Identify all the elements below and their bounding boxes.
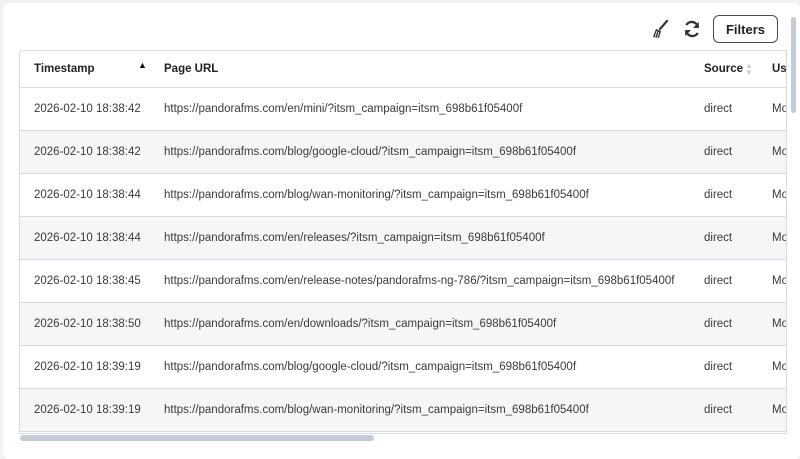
- cell-timestamp: 2026-02-10 18:38:44: [20, 173, 150, 217]
- cell-source: direct: [690, 302, 758, 346]
- cell-timestamp: 2026-02-10 18:38:42: [20, 87, 150, 131]
- cell-timestamp: 2026-02-10 18:39:19: [20, 388, 150, 432]
- visits-table: Timestamp ▲ Page URL ▲▼ Source ▲▼ Us: [19, 50, 787, 434]
- filters-button[interactable]: Filters: [712, 15, 778, 43]
- table-row[interactable]: 2026-02-10 18:38:42 https://pandorafms.co…: [20, 87, 786, 131]
- table-row[interactable]: 2026-02-10 18:39:19 https://pandorafms.co…: [20, 388, 786, 432]
- cell-user: Mo: [758, 259, 786, 303]
- cell-page-url: https://pandorafms.com/blog/google-cloud…: [150, 345, 690, 389]
- cell-timestamp: 2026-02-10 18:38:50: [20, 302, 150, 346]
- cell-page-url: https://pandorafms.com/blog/google-cloud…: [150, 130, 690, 174]
- cell-user: Mo: [758, 87, 786, 131]
- table-row[interactable]: 2026-02-10 18:38:42 https://pandorafms.co…: [20, 130, 786, 174]
- column-header-page-url[interactable]: Page URL ▲▼: [150, 51, 690, 88]
- column-header-label: Source: [704, 63, 743, 75]
- cell-user: Mo: [758, 345, 786, 389]
- cell-page-url: https://pandorafms.com/en/downloads/?its…: [150, 302, 690, 346]
- cell-source: direct: [690, 259, 758, 303]
- cell-source: direct: [690, 173, 758, 217]
- log-panel: Filters Timestamp ▲ Page URL ▲▼ So: [3, 3, 800, 459]
- table-row[interactable]: 2026-02-10 18:38:44 https://pandorafms.co…: [20, 216, 786, 260]
- cell-user: Mo: [758, 216, 786, 260]
- table-row[interactable]: 2026-02-10 18:39:19 https://pandorafms.co…: [20, 345, 786, 389]
- column-header-source[interactable]: Source ▲ ▼: [690, 51, 758, 88]
- cell-page-url: https://pandorafms.com/blog/wan-monitori…: [150, 388, 690, 432]
- cell-source: direct: [690, 216, 758, 260]
- table-header-row: Timestamp ▲ Page URL ▲▼ Source ▲▼ Us: [20, 51, 787, 88]
- cell-page-url: https://pandorafms.com/en/mini/?itsm_cam…: [150, 87, 690, 131]
- refresh-icon[interactable]: [681, 18, 703, 40]
- table-row[interactable]: 2026-02-10 18:38:45 https://pandorafms.co…: [20, 259, 786, 303]
- cell-source: direct: [690, 87, 758, 131]
- horizontal-scrollbar[interactable]: [20, 435, 374, 441]
- column-header-label: Us: [772, 63, 787, 75]
- cell-page-url: https://pandorafms.com/en/release-notes/…: [150, 259, 690, 303]
- cell-source: direct: [690, 130, 758, 174]
- cell-timestamp: 2026-02-10 18:38:44: [20, 216, 150, 260]
- column-header-timestamp[interactable]: Timestamp ▲: [20, 51, 150, 88]
- table-row[interactable]: 2026-02-10 18:38:44 https://pandorafms.co…: [20, 173, 786, 217]
- toolbar: Filters: [649, 13, 778, 45]
- sort-icon: ▲ ▼: [745, 61, 753, 77]
- cell-user: Mo: [758, 173, 786, 217]
- column-header-label: Timestamp: [34, 63, 95, 75]
- cell-timestamp: 2026-02-10 18:38:45: [20, 259, 150, 303]
- table-row[interactable]: 2026-02-10 18:38:50 https://pandorafms.co…: [20, 302, 786, 346]
- cell-timestamp: 2026-02-10 18:38:42: [20, 130, 150, 174]
- cell-user: Mo: [758, 130, 786, 174]
- broom-icon[interactable]: [649, 18, 671, 40]
- cell-timestamp: 2026-02-10 18:39:19: [20, 345, 150, 389]
- cell-user: Mo: [758, 302, 786, 346]
- column-header-user[interactable]: Us: [758, 51, 787, 88]
- vertical-scrollbar[interactable]: [791, 17, 796, 113]
- sort-ascending-icon: ▲: [138, 60, 147, 70]
- cell-source: direct: [690, 388, 758, 432]
- cell-page-url: https://pandorafms.com/en/releases/?itsm…: [150, 216, 690, 260]
- cell-source: direct: [690, 345, 758, 389]
- cell-page-url: https://pandorafms.com/blog/wan-monitori…: [150, 173, 690, 217]
- column-header-label: Page URL: [164, 63, 219, 75]
- cell-user: Mo: [758, 388, 786, 432]
